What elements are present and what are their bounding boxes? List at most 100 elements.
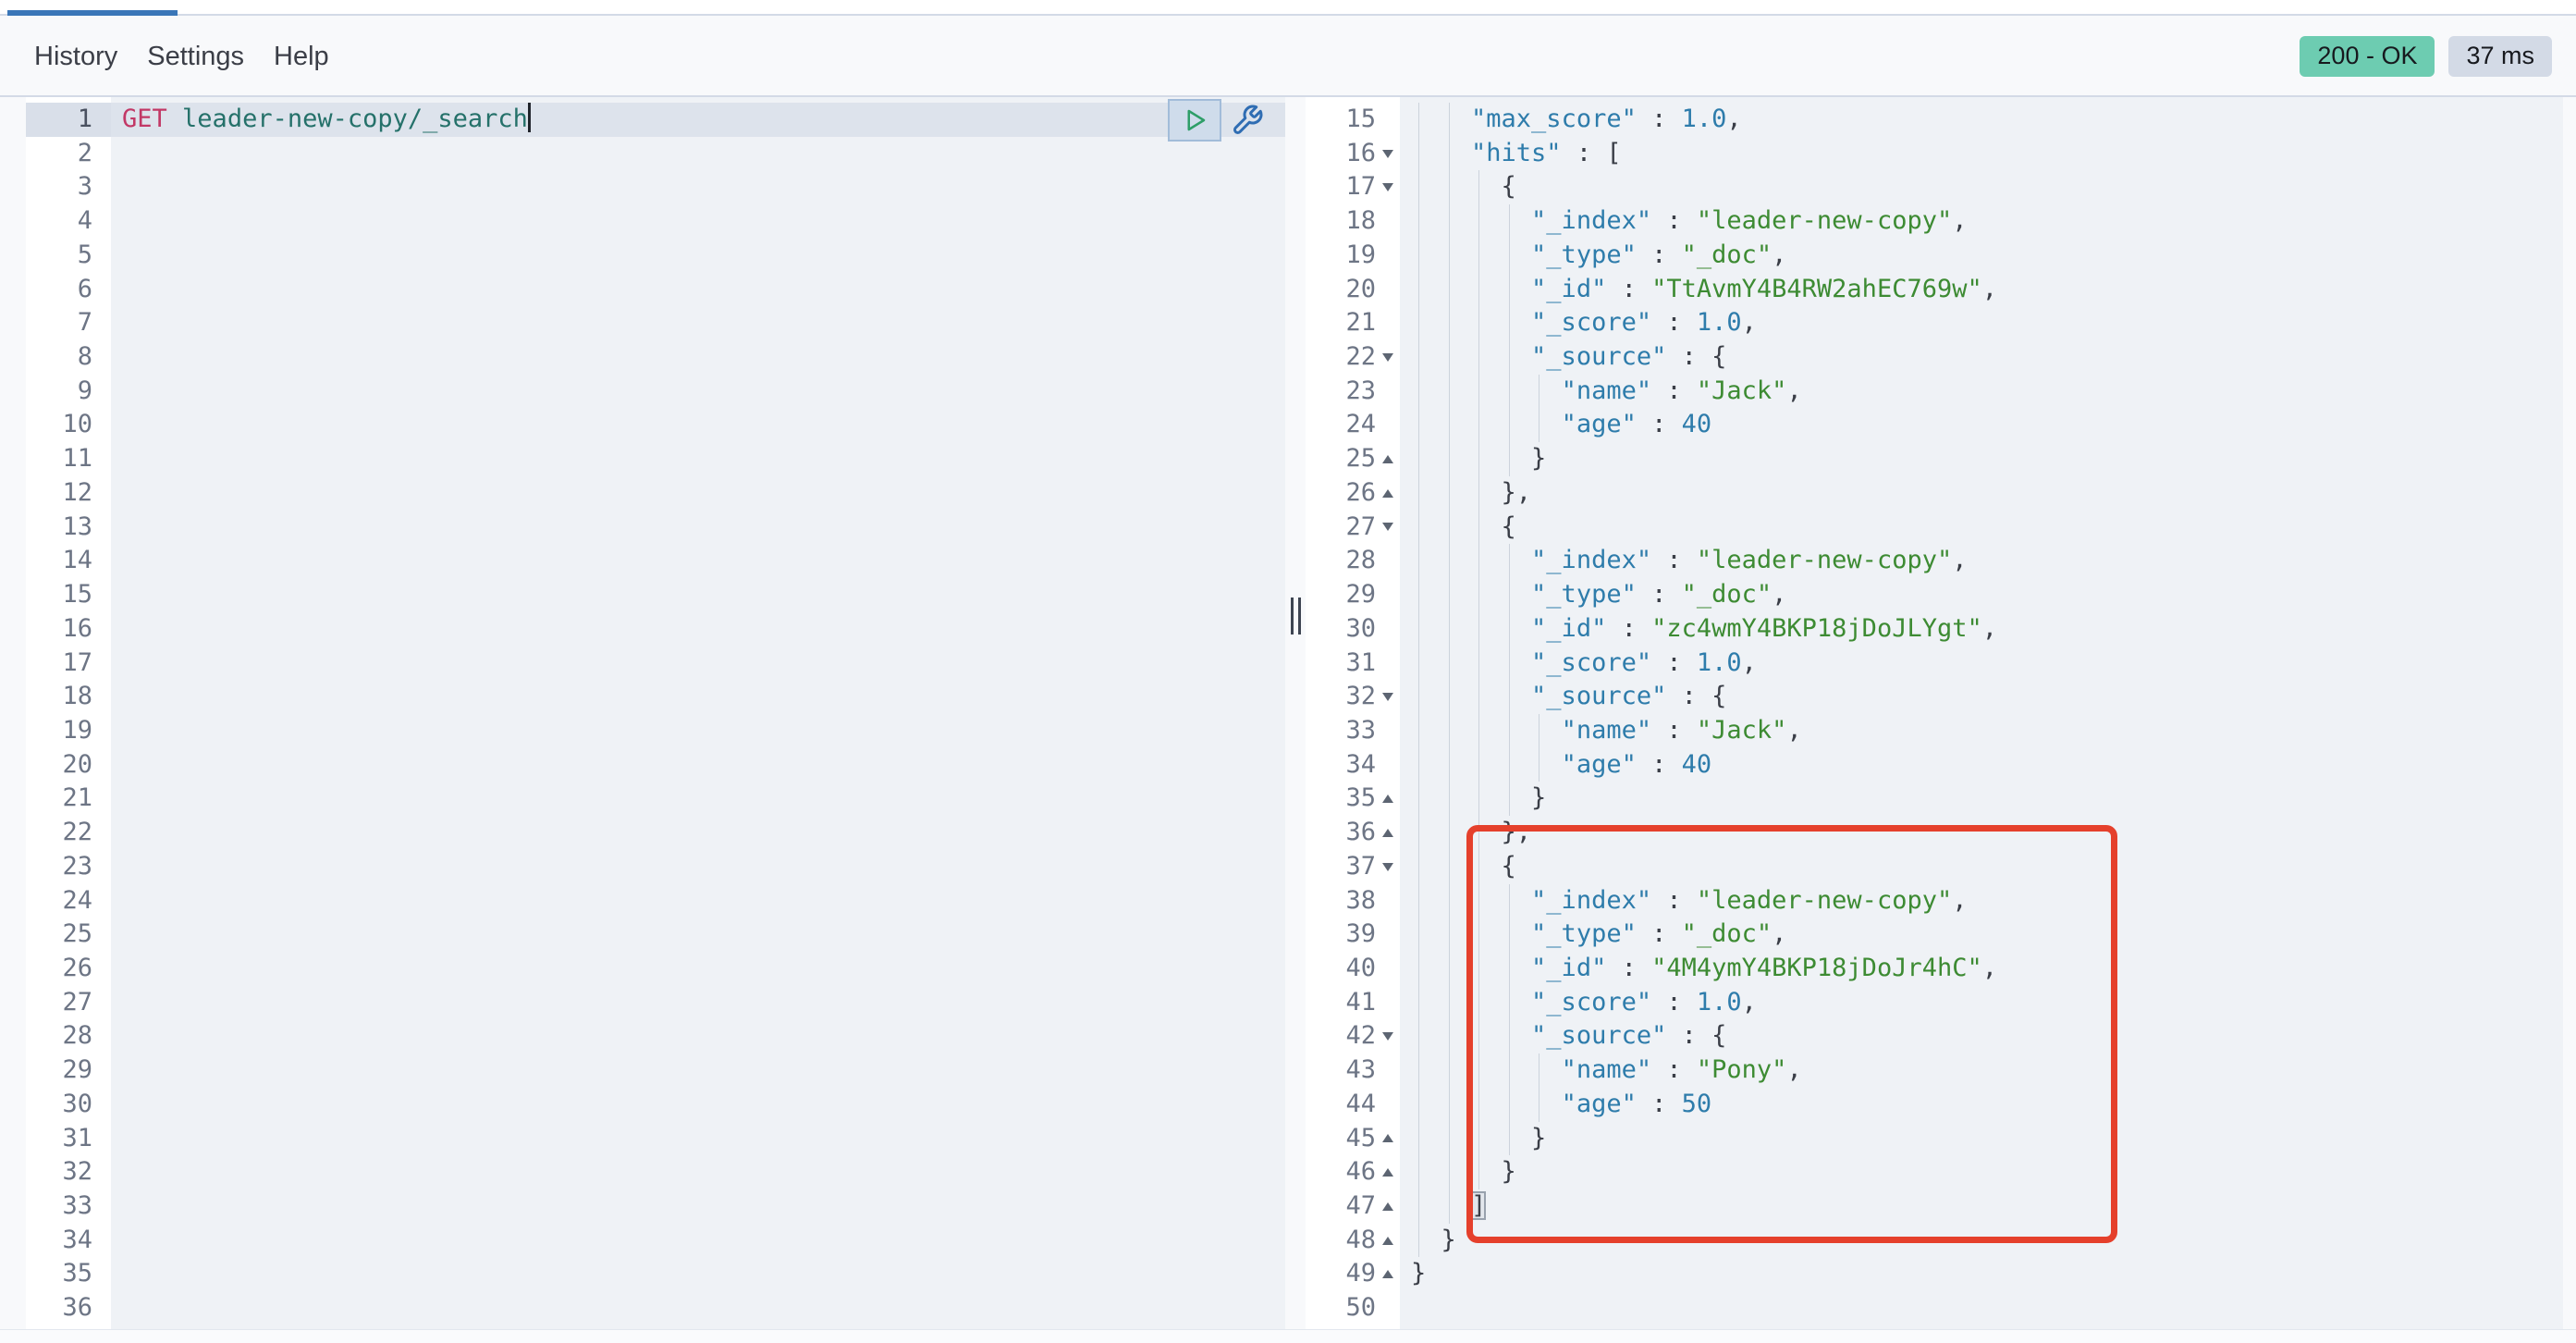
request-line-content[interactable] [111, 612, 1285, 647]
request-line[interactable]: 8 [26, 340, 1285, 375]
request-options-button[interactable] [1227, 99, 1268, 142]
request-line[interactable]: 9 [26, 375, 1285, 409]
request-line[interactable]: 2 [26, 137, 1285, 171]
request-line-content[interactable] [111, 1291, 1285, 1325]
request-line[interactable]: 19 [26, 714, 1285, 748]
fold-close-icon[interactable] [1376, 795, 1400, 803]
request-line[interactable]: 32 [26, 1155, 1285, 1189]
request-line[interactable]: 18 [26, 680, 1285, 714]
fold-close-icon[interactable] [1376, 829, 1400, 837]
request-editor[interactable]: 1GET leader-new-copy/_search234567891011… [26, 97, 1285, 1329]
request-line[interactable]: 3 [26, 170, 1285, 204]
request-line-content[interactable] [111, 511, 1285, 545]
send-request-button[interactable] [1168, 99, 1221, 142]
request-line-content[interactable] [111, 239, 1285, 273]
request-line[interactable]: 29 [26, 1053, 1285, 1088]
request-line-content[interactable] [111, 680, 1285, 714]
request-line-content[interactable] [111, 1224, 1285, 1258]
request-line-content[interactable] [111, 850, 1285, 884]
request-line-content[interactable] [111, 952, 1285, 986]
request-line-content[interactable]: GET leader-new-copy/_search [111, 103, 1285, 137]
request-line[interactable]: 28 [26, 1019, 1285, 1053]
fold-close-icon[interactable] [1376, 455, 1400, 463]
request-line[interactable]: 14 [26, 544, 1285, 578]
request-line[interactable]: 22 [26, 816, 1285, 850]
menu-item-settings[interactable]: Settings [147, 42, 244, 72]
fold-open-icon[interactable] [1376, 863, 1400, 871]
line-number: 4 [26, 204, 111, 239]
panel-splitter[interactable] [1285, 97, 1306, 1329]
request-line[interactable]: 25 [26, 918, 1285, 952]
request-line-content[interactable] [111, 273, 1285, 307]
fold-close-icon[interactable] [1376, 1202, 1400, 1211]
request-line-content[interactable] [111, 408, 1285, 442]
request-line-content[interactable] [111, 340, 1285, 375]
request-line[interactable]: 27 [26, 986, 1285, 1020]
request-line[interactable]: 24 [26, 884, 1285, 918]
request-line[interactable]: 15 [26, 578, 1285, 612]
request-line-content[interactable] [111, 1122, 1285, 1156]
request-line[interactable]: 23 [26, 850, 1285, 884]
menu-item-history[interactable]: History [34, 42, 117, 72]
fold-open-icon[interactable] [1376, 523, 1400, 531]
request-line[interactable]: 1GET leader-new-copy/_search [26, 103, 1285, 137]
request-line-content[interactable] [111, 476, 1285, 511]
request-line-content[interactable] [111, 1189, 1285, 1224]
fold-open-icon[interactable] [1376, 353, 1400, 362]
request-line[interactable]: 13 [26, 511, 1285, 545]
request-line-content[interactable] [111, 375, 1285, 409]
request-line-content[interactable] [111, 170, 1285, 204]
fold-close-icon[interactable] [1376, 489, 1400, 498]
request-line[interactable]: 10 [26, 408, 1285, 442]
response-line: 38 "_index" : "leader-new-copy", [1306, 884, 2563, 918]
request-line[interactable]: 7 [26, 306, 1285, 340]
code-line: } [1400, 1122, 2563, 1156]
request-line[interactable]: 36 [26, 1291, 1285, 1325]
request-line-content[interactable] [111, 647, 1285, 681]
request-line[interactable]: 26 [26, 952, 1285, 986]
request-line[interactable]: 17 [26, 647, 1285, 681]
menu-item-help[interactable]: Help [274, 42, 329, 72]
request-line[interactable]: 16 [26, 612, 1285, 647]
fold-open-icon[interactable] [1376, 150, 1400, 158]
request-line-content[interactable] [111, 816, 1285, 850]
fold-open-icon[interactable] [1376, 693, 1400, 701]
fold-close-icon[interactable] [1376, 1168, 1400, 1177]
request-line-content[interactable] [111, 137, 1285, 171]
fold-close-icon[interactable] [1376, 1237, 1400, 1245]
request-line[interactable]: 4 [26, 204, 1285, 239]
line-number: 40 [1306, 952, 1376, 986]
request-line-content[interactable] [111, 204, 1285, 239]
request-line[interactable]: 33 [26, 1189, 1285, 1224]
fold-open-icon[interactable] [1376, 183, 1400, 191]
request-line-content[interactable] [111, 1155, 1285, 1189]
fold-close-icon[interactable] [1376, 1270, 1400, 1278]
request-line-content[interactable] [111, 442, 1285, 476]
request-line-content[interactable] [111, 544, 1285, 578]
request-line-content[interactable] [111, 918, 1285, 952]
request-line[interactable]: 21 [26, 782, 1285, 816]
request-line-content[interactable] [111, 884, 1285, 918]
request-line-content[interactable] [111, 306, 1285, 340]
request-line-content[interactable] [111, 986, 1285, 1020]
request-line[interactable]: 30 [26, 1088, 1285, 1122]
request-line-content[interactable] [111, 578, 1285, 612]
request-line[interactable]: 12 [26, 476, 1285, 511]
request-line-content[interactable] [111, 1088, 1285, 1122]
fold-open-icon[interactable] [1376, 1032, 1400, 1041]
request-line[interactable]: 31 [26, 1122, 1285, 1156]
request-line[interactable]: 11 [26, 442, 1285, 476]
request-line[interactable]: 6 [26, 273, 1285, 307]
request-rows[interactable]: 1GET leader-new-copy/_search234567891011… [26, 103, 1285, 1325]
request-line-content[interactable] [111, 714, 1285, 748]
request-line[interactable]: 20 [26, 748, 1285, 782]
request-line-content[interactable] [111, 748, 1285, 782]
request-line-content[interactable] [111, 782, 1285, 816]
request-line-content[interactable] [111, 1053, 1285, 1088]
request-line[interactable]: 34 [26, 1224, 1285, 1258]
request-line[interactable]: 5 [26, 239, 1285, 273]
fold-close-icon[interactable] [1376, 1134, 1400, 1142]
request-line-content[interactable] [111, 1257, 1285, 1291]
request-line[interactable]: 35 [26, 1257, 1285, 1291]
request-line-content[interactable] [111, 1019, 1285, 1053]
